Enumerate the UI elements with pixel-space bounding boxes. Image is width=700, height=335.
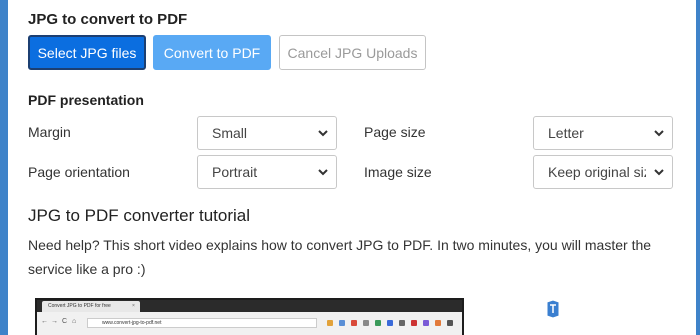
converter-heading: JPG to convert to PDF [28,11,188,28]
tutorial-video[interactable]: Convert JPG to PDF for free × ← → C ⌂ ww… [35,298,464,335]
home-icon: ⌂ [72,318,77,325]
address-bar-url: www.convert-jpg-to-pdf.net [102,320,162,326]
tutorial-description: Need help? This short video explains how… [28,237,652,277]
tutorial-heading: JPG to PDF converter tutorial [28,206,251,225]
watermark-text: TheWindowsClub [564,301,674,317]
reload-icon: C [62,318,68,325]
chevron-down-icon [654,130,664,137]
extension-icon [339,320,345,326]
margin-label: Margin [28,124,71,140]
page-size-select-value: Letter [548,125,584,141]
thewindowsclub-logo-icon [546,300,560,318]
cancel-uploads-button[interactable]: Cancel JPG Uploads [279,35,426,70]
browser-tab-title: Convert JPG to PDF for free [48,303,111,309]
address-bar: www.convert-jpg-to-pdf.net [87,318,317,328]
forward-icon: → [51,318,58,325]
browser-tab-bar: Convert JPG to PDF for free × [37,300,462,312]
chevron-down-icon [654,169,664,176]
browser-tab: Convert JPG to PDF for free [42,301,140,312]
extension-icon [375,320,381,326]
extension-icon [351,320,357,326]
extension-icon [423,320,429,326]
browser-toolbar: ← → C ⌂ www.convert-jpg-to-pdf.net [37,312,462,335]
menu-icon [447,320,453,326]
page-orientation-select[interactable]: Portrait [197,155,337,189]
convert-to-pdf-button[interactable]: Convert to PDF [153,35,271,70]
image-size-select[interactable]: Keep original size [533,155,673,189]
extension-icon [399,320,405,326]
extension-icon [387,320,393,326]
back-icon: ← [41,318,48,325]
pdf-presentation-heading: PDF presentation [28,92,144,108]
image-size-select-value: Keep original size [548,164,646,180]
page-size-label: Page size [364,124,426,140]
chevron-down-icon [318,130,328,137]
extension-icon [435,320,441,326]
page-size-select[interactable]: Letter [533,116,673,150]
converter-panel: JPG to convert to PDF Select JPG files C… [8,0,696,335]
select-jpg-files-button[interactable]: Select JPG files [28,35,146,70]
tab-close-icon: × [132,303,135,309]
extension-icon [411,320,417,326]
extension-icon [363,320,369,326]
margin-select-value: Small [212,125,248,141]
star-icon [327,320,333,326]
chevron-down-icon [318,169,328,176]
image-size-label: Image size [364,164,432,180]
margin-select[interactable]: Small [197,116,337,150]
page-orientation-label: Page orientation [28,164,130,180]
page-orientation-select-value: Portrait [212,164,258,180]
watermark: TheWindowsClub [546,300,674,318]
